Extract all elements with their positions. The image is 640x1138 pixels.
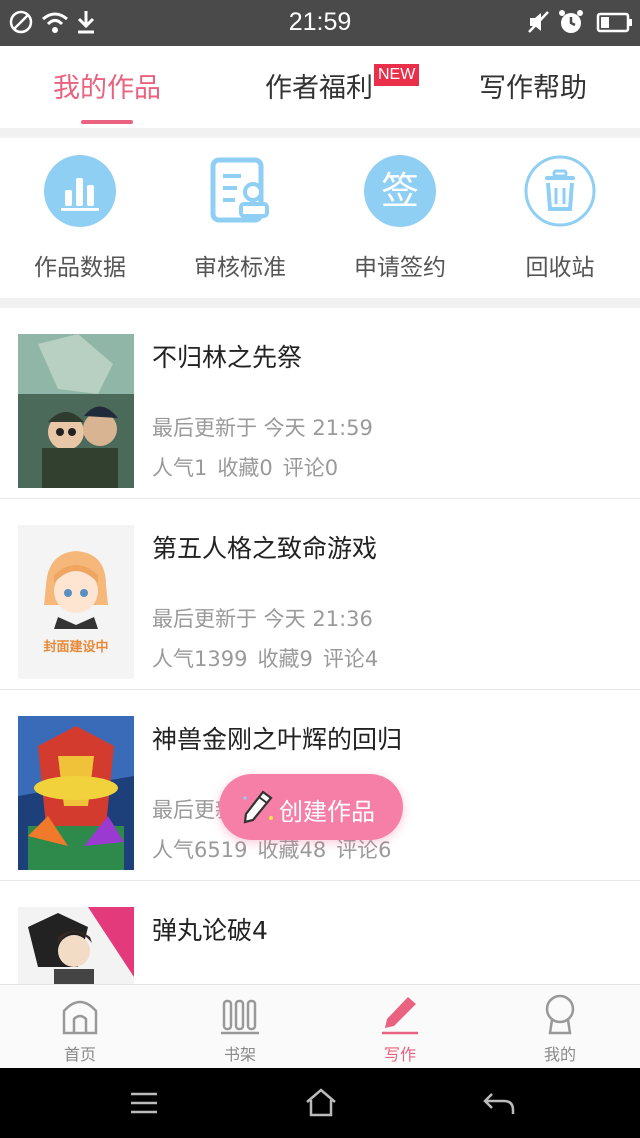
work-cover <box>18 334 134 488</box>
nav-home[interactable]: 首页 <box>0 993 160 1065</box>
divider <box>0 128 640 138</box>
work-cover <box>18 716 134 870</box>
favorites: 收藏0 <box>217 456 273 480</box>
work-title: 神兽金刚之叶辉的回归 <box>152 725 403 754</box>
nav-bookshelf[interactable]: 书架 <box>160 993 320 1065</box>
tab-author-benefits[interactable]: 作者福利 <box>264 66 374 105</box>
work-title: 不归林之先祭 <box>152 343 303 372</box>
work-title: 弹丸论破4 <box>152 916 268 945</box>
comments: 评论6 <box>336 838 392 862</box>
favorites: 收藏9 <box>257 647 313 671</box>
work-updated: 最后更新于 今天 21:36 <box>152 607 373 631</box>
battery-icon <box>596 12 632 33</box>
work-item[interactable]: 不归林之先祭 最后更新于 今天 21:59 人气1 收藏0 评论0 <box>0 308 640 499</box>
action-label: 作品数据 <box>34 255 126 281</box>
back-icon[interactable] <box>482 1088 516 1118</box>
action-apply-contract[interactable]: 签 申请签约 <box>320 154 480 282</box>
review-standard-icon <box>210 157 269 223</box>
bookshelf-icon <box>221 999 259 1035</box>
cover-placeholder-text: 封面建设中 <box>43 639 108 655</box>
nav-label: 我的 <box>543 1045 576 1064</box>
nav-write[interactable]: 写作 <box>320 993 480 1065</box>
home-icon <box>62 1000 98 1035</box>
tab-my-works[interactable]: 我的作品 <box>52 66 162 105</box>
active-tab-indicator <box>81 120 133 124</box>
popularity: 人气6519 <box>152 838 248 862</box>
sign-glyph: 签 <box>381 169 419 213</box>
pencil-icon <box>243 790 273 824</box>
write-pencil-icon <box>382 997 418 1035</box>
nav-label: 首页 <box>63 1045 96 1064</box>
trash-icon <box>524 155 596 227</box>
new-badge: NEW <box>374 64 420 86</box>
menu-icon[interactable] <box>128 1088 160 1118</box>
popularity: 人气1399 <box>152 647 248 671</box>
action-label: 申请签约 <box>354 255 446 281</box>
nav-profile[interactable]: 我的 <box>480 993 640 1065</box>
nav-label: 写作 <box>383 1045 416 1064</box>
action-review-standard[interactable]: 审核标准 <box>160 154 320 282</box>
popularity: 人气1 <box>152 456 208 480</box>
bottom-nav: 首页 书架 写作 我的 <box>0 984 640 1068</box>
action-recycle-bin[interactable]: 回收站 <box>480 154 640 282</box>
mute-icon <box>528 11 549 33</box>
favorites: 收藏48 <box>257 838 327 862</box>
create-work-label: 创建作品 <box>279 798 375 826</box>
system-nav-bar <box>0 1068 640 1138</box>
action-label: 审核标准 <box>194 255 286 281</box>
create-work-button[interactable]: 创建作品 <box>219 774 403 840</box>
top-tabs: 我的作品 作者福利 NEW 写作帮助 <box>0 46 640 128</box>
divider <box>0 298 640 308</box>
comments: 评论4 <box>322 647 379 671</box>
comments: 评论0 <box>282 456 339 480</box>
work-updated: 最后更新于 今天 21:59 <box>152 416 373 440</box>
work-stats: 人气1 收藏0 评论0 <box>152 452 348 482</box>
sign-contract-icon: 签 <box>364 155 436 227</box>
action-label: 回收站 <box>525 255 595 281</box>
work-title: 第五人格之致命游戏 <box>152 534 378 563</box>
tab-writing-help[interactable]: 写作帮助 <box>478 66 588 105</box>
bar-chart-icon <box>44 155 116 227</box>
work-item[interactable]: 封面建设中 第五人格之致命游戏 最后更新于 今天 21:36 人气1399 收藏9… <box>0 499 640 690</box>
status-bar: 21:59 <box>0 0 640 46</box>
work-cover-placeholder: 封面建设中 <box>18 525 134 679</box>
action-work-data[interactable]: 作品数据 <box>0 154 160 282</box>
work-stats: 人气1399 收藏9 评论4 <box>152 643 388 673</box>
nav-label: 书架 <box>223 1045 256 1064</box>
home-button-icon[interactable] <box>304 1088 338 1118</box>
app-screen: 21:59 我的作品 作者福利 NEW 写作帮助 作品数据 审核标准 签 申请签… <box>0 0 640 1138</box>
alarm-icon <box>559 10 583 33</box>
quick-actions: 作品数据 审核标准 签 申请签约 回收站 <box>0 138 640 298</box>
profile-icon <box>545 994 575 1035</box>
